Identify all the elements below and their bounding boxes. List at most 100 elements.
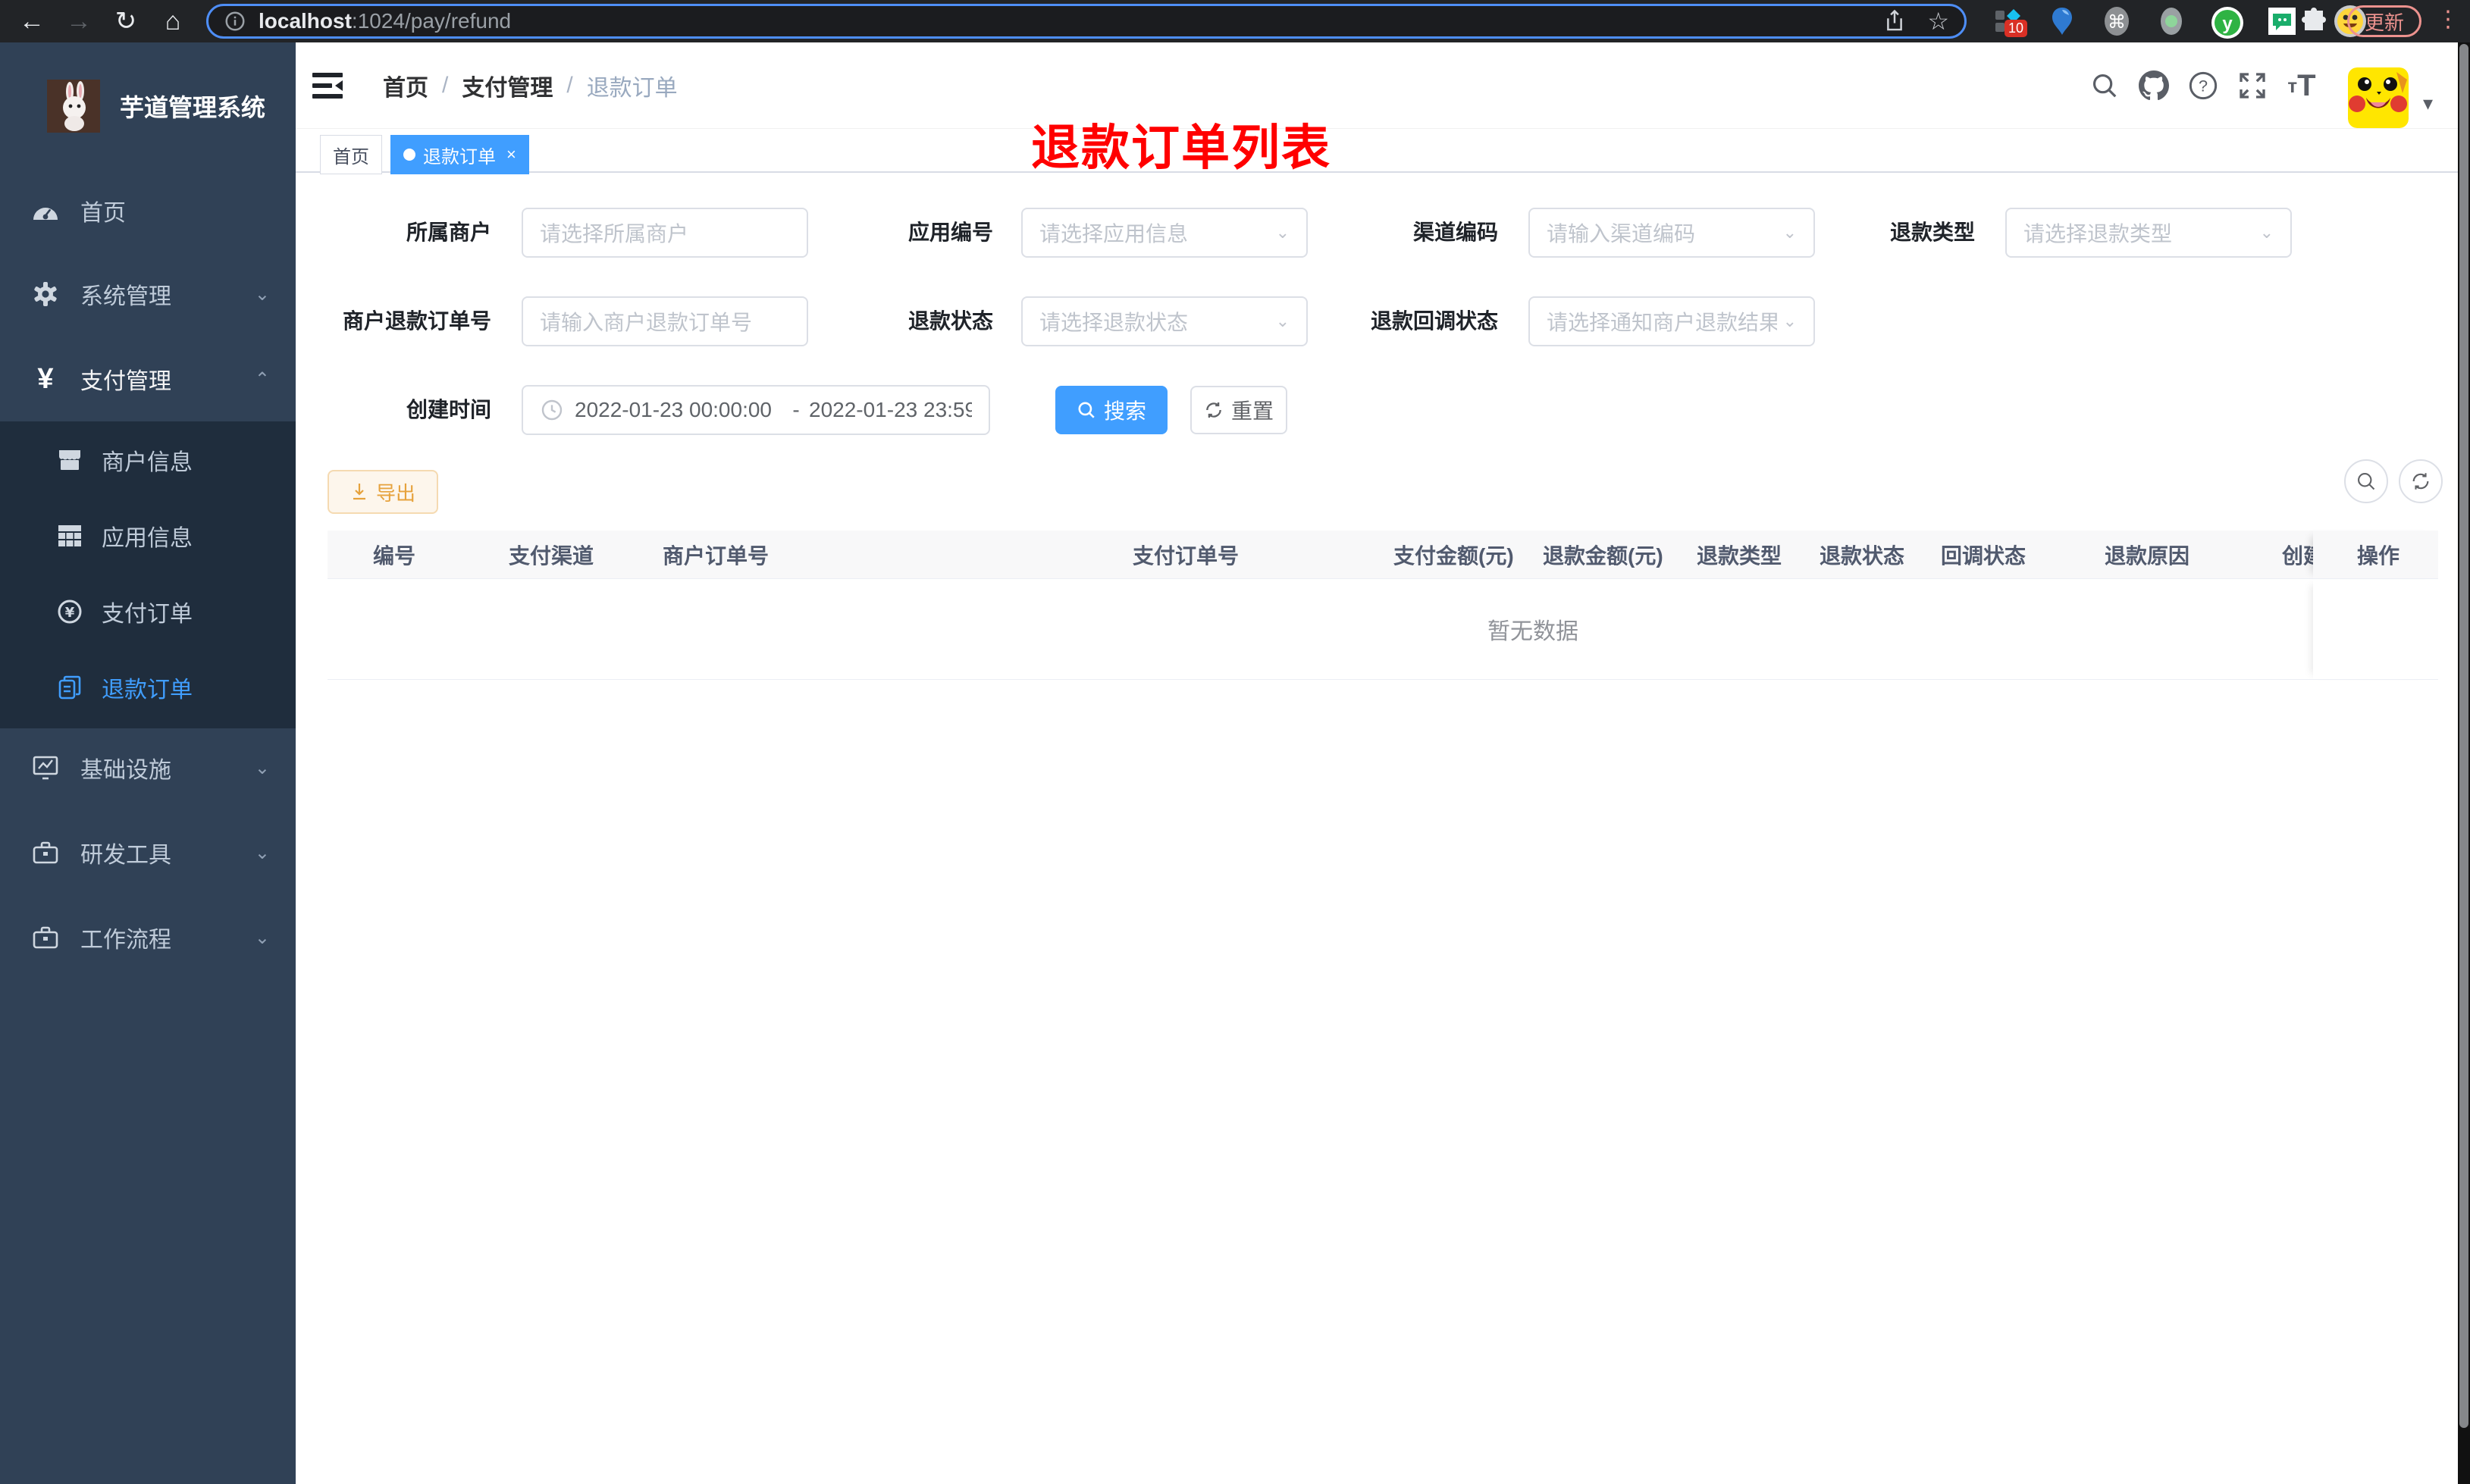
scrollbar-thumb[interactable] — [2459, 44, 2468, 1428]
extension-pintab-icon[interactable]: 10 — [1992, 6, 2028, 37]
extensions-puzzle-icon[interactable] — [2299, 6, 2329, 36]
reload-icon[interactable]: ↻ — [105, 0, 147, 42]
show-search-toggle-button[interactable] — [2344, 459, 2388, 503]
col-create-time: 创建时间 — [2282, 543, 2313, 568]
site-info-icon[interactable] — [224, 10, 246, 33]
filter-label-app: 应用编号 — [907, 221, 993, 244]
search-label: 搜索 — [1103, 399, 1146, 423]
close-tab-icon[interactable]: × — [506, 145, 516, 164]
empty-placeholder: 暂无数据 — [1487, 619, 1578, 644]
date-range-picker[interactable]: 2022-01-23 00:00:00 - 2022-01-23 23:59:5… — [522, 385, 990, 435]
browser-update-button[interactable]: 更新 — [2347, 5, 2422, 37]
breadcrumb: 首页 / 支付管理 / 退款订单 — [383, 42, 678, 129]
reset-button[interactable]: 重置 — [1190, 386, 1287, 434]
github-icon[interactable] — [2133, 42, 2175, 129]
chevron-down-icon: ⌄ — [254, 757, 270, 778]
extension-green-dot-icon[interactable] — [2156, 6, 2186, 36]
col-merchant-order-no: 商户订单号 — [663, 543, 770, 568]
home-icon[interactable]: ⌂ — [152, 0, 194, 42]
hamburger-fold-icon[interactable] — [306, 42, 349, 129]
sidebar-item-pay[interactable]: ¥ 支付管理 ⌃ — [0, 337, 296, 421]
col-refund-status: 退款状态 — [1820, 543, 1905, 568]
sidebar-item-merchant-info[interactable]: 商户信息 — [0, 422, 296, 498]
reset-label: 重置 — [1230, 399, 1274, 423]
help-icon[interactable]: ? — [2182, 42, 2224, 129]
chevron-down-icon: ⌄ — [254, 842, 270, 863]
sidebar-item-system[interactable]: 系统管理 ⌄ — [0, 252, 296, 337]
merchant-refund-no-input[interactable]: 请输入商户退款订单号 — [522, 296, 808, 346]
sidebar-item-devtools[interactable]: 研发工具 ⌄ — [0, 810, 296, 895]
briefcase-icon — [30, 926, 61, 949]
dashboard-icon — [30, 199, 61, 223]
browser-menu-icon[interactable]: ⋮ — [2437, 6, 2459, 33]
chevron-down-icon: ⌄ — [1275, 223, 1290, 242]
sidebar-item-label: 基础设施 — [80, 758, 171, 783]
svg-text:⌘: ⌘ — [2108, 11, 2126, 33]
extension-chat-icon[interactable] — [2267, 6, 2297, 36]
chevron-down-icon: ⌄ — [1782, 223, 1797, 242]
breadcrumb-separator: / — [442, 73, 449, 98]
caret-down-icon[interactable]: ▾ — [2423, 73, 2433, 133]
channel-select[interactable]: 请输入渠道编码 ⌄ — [1528, 208, 1815, 258]
clock-icon — [541, 399, 563, 421]
svg-text:¥: ¥ — [65, 605, 75, 621]
top-navbar: 首页 / 支付管理 / 退款订单 ? тT ▾ — [296, 42, 2470, 129]
refund-status-select[interactable]: 请选择退款状态 ⌄ — [1021, 296, 1308, 346]
notify-status-select[interactable]: 请选择通知商户退款结果 ⌄ — [1528, 296, 1815, 346]
sidebar-submenu: 商户信息 应用信息 ¥ 支付订单 退款订单 — [0, 421, 296, 728]
svg-text:y: y — [2222, 14, 2233, 34]
address-bar[interactable]: localhost:1024/pay/refund ☆ — [206, 4, 1967, 39]
filter-label-merchant-refund-no: 商户退款订单号 — [342, 309, 491, 333]
extension-balloon-icon[interactable] — [2047, 6, 2077, 36]
share-icon[interactable] — [1883, 9, 1906, 33]
logo-rabbit-avatar — [47, 80, 100, 133]
sidebar-item-label: 工作流程 — [80, 928, 171, 953]
header-search-icon[interactable] — [2083, 42, 2126, 129]
page-scrollbar[interactable] — [2458, 42, 2470, 1484]
sidebar-logo[interactable]: 芋道管理系统 — [0, 61, 296, 152]
sidebar-item-pay-order[interactable]: ¥ 支付订单 — [0, 574, 296, 650]
tab-home[interactable]: 首页 — [320, 135, 382, 174]
col-pay-order-no: 支付订单号 — [1133, 543, 1240, 568]
sidebar-item-app-info[interactable]: 应用信息 — [0, 498, 296, 574]
placeholder: 请选择应用信息 — [1039, 222, 1189, 246]
extension-y-icon[interactable]: y — [2211, 6, 2243, 39]
col-id: 编号 — [373, 543, 416, 568]
col-operation: 操作 — [2313, 531, 2438, 579]
sidebar-item-home[interactable]: 首页 — [0, 168, 296, 253]
back-icon[interactable]: ← — [11, 0, 53, 42]
user-avatar[interactable] — [2348, 67, 2409, 128]
fullscreen-icon[interactable] — [2231, 42, 2274, 129]
browser-toolbar: ← → ↻ ⌂ localhost:1024/pay/refund ☆ 10 ⌘… — [0, 0, 2470, 42]
date-end-value: 2022-01-23 23:59:59 — [809, 398, 972, 421]
sidebar-item-label: 商户信息 — [102, 450, 193, 475]
date-separator: - — [792, 398, 800, 421]
search-button[interactable]: 搜索 — [1055, 386, 1168, 434]
chevron-down-icon: ⌄ — [254, 927, 270, 948]
bookmark-star-icon[interactable]: ☆ — [1927, 7, 1949, 36]
sidebar-item-infra[interactable]: 基础设施 ⌄ — [0, 725, 296, 810]
export-button[interactable]: 导出 — [328, 470, 438, 514]
breadcrumb-pay[interactable]: 支付管理 — [462, 69, 553, 102]
main-area: 首页 / 支付管理 / 退款订单 ? тT ▾ 退款订单列表 首页 退款订单 ×… — [296, 42, 2470, 1484]
tab-refund-order[interactable]: 退款订单 × — [390, 135, 529, 174]
export-label: 导出 — [375, 481, 415, 505]
app-select[interactable]: 请选择应用信息 ⌄ — [1021, 208, 1308, 258]
col-refund-amount: 退款金额(元) — [1543, 543, 1663, 568]
col-callback-status: 回调状态 — [1941, 543, 2026, 568]
sidebar-item-refund-order[interactable]: 退款订单 — [0, 650, 296, 725]
sidebar-item-workflow[interactable]: 工作流程 ⌄ — [0, 895, 296, 980]
font-size-icon[interactable]: тT — [2280, 42, 2323, 129]
extension-command-icon[interactable]: ⌘ — [2102, 6, 2132, 36]
svg-text:?: ? — [2199, 77, 2208, 95]
refresh-table-button[interactable] — [2399, 459, 2443, 503]
refund-type-select[interactable]: 请选择退款类型 ⌄ — [2005, 208, 2292, 258]
chevron-down-icon: ⌄ — [254, 283, 270, 305]
gear-icon — [30, 281, 61, 307]
merchant-select[interactable]: 请选择所属商户 — [522, 208, 808, 258]
forward-icon[interactable]: → — [58, 0, 100, 42]
tab-label: 退款订单 — [423, 146, 496, 167]
breadcrumb-home[interactable]: 首页 — [383, 69, 428, 102]
sidebar-item-label: 首页 — [80, 201, 126, 226]
grid-icon — [56, 525, 83, 546]
